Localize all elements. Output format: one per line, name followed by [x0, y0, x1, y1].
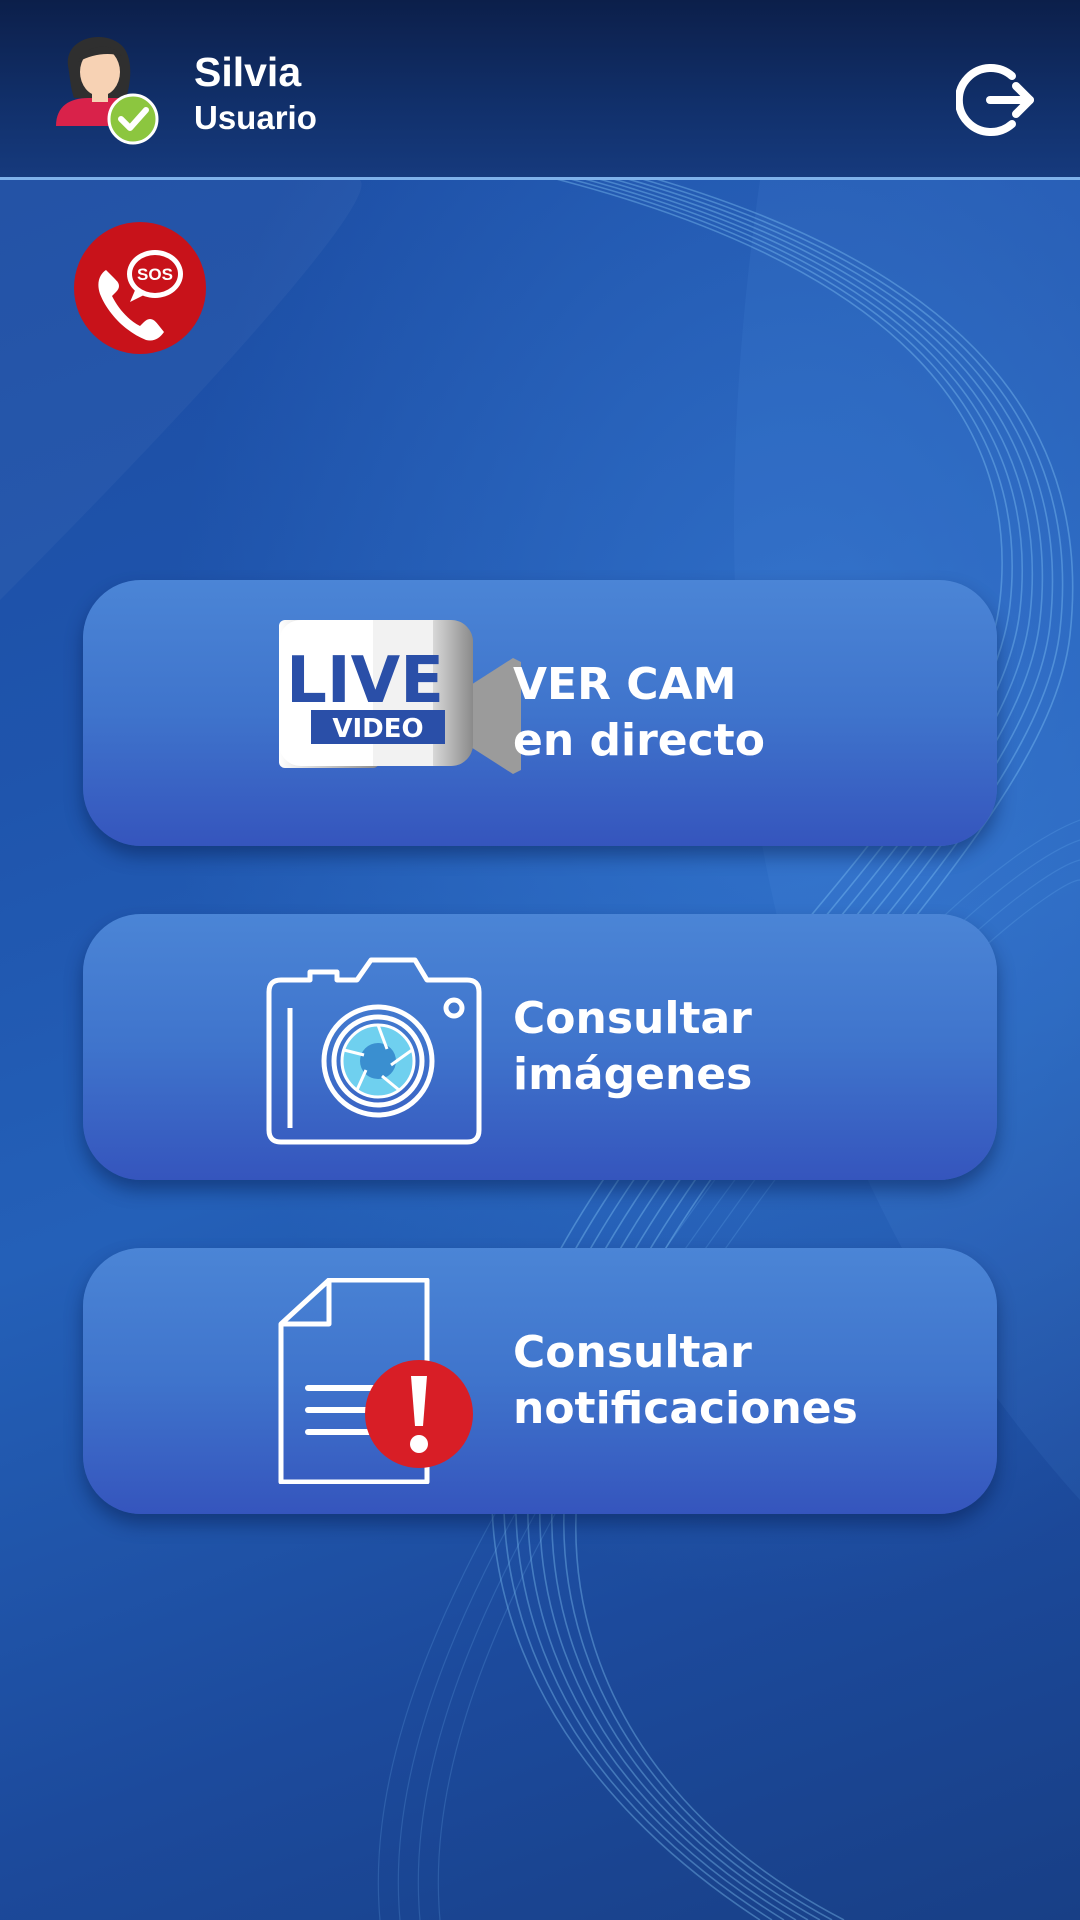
- live-video-button[interactable]: LIVE VIDEO VER CAM en directo: [83, 580, 997, 846]
- camera-icon: [266, 957, 482, 1145]
- app-header: Silvia Usuario: [0, 0, 1080, 180]
- view-images-label-line2: imágenes: [513, 1049, 753, 1100]
- view-notifications-label-line2: notificaciones: [513, 1383, 858, 1434]
- view-notifications-label: Consultar notificaciones: [513, 1248, 858, 1514]
- view-notifications-label-line1: Consultar: [513, 1327, 752, 1378]
- video-icon-text: VIDEO: [332, 714, 423, 744]
- view-notifications-button[interactable]: Consultar notificaciones: [83, 1248, 997, 1514]
- view-images-label-line1: Consultar: [513, 993, 752, 1044]
- live-video-label-line1: VER CAM: [513, 659, 737, 710]
- sos-phone-icon: SOS: [98, 250, 183, 341]
- view-images-button[interactable]: Consultar imágenes: [83, 914, 997, 1180]
- logout-icon[interactable]: [956, 60, 1036, 140]
- user-name: Silvia: [194, 49, 302, 95]
- live-video-label: VER CAM en directo: [513, 580, 765, 846]
- live-video-camera-icon: LIVE VIDEO: [279, 620, 521, 774]
- sos-button[interactable]: SOS: [74, 222, 206, 354]
- user-avatar-verified-icon[interactable]: [48, 26, 160, 146]
- user-role: Usuario: [194, 99, 317, 136]
- app-screen: Silvia Usuario SOS LIVE VIDEO VER CAM en…: [0, 0, 1080, 1920]
- live-video-label-line2: en directo: [513, 715, 765, 766]
- sos-label: SOS: [137, 265, 173, 284]
- live-icon-text: LIVE: [286, 644, 444, 718]
- document-alert-icon: [278, 1278, 473, 1484]
- view-images-label: Consultar imágenes: [513, 914, 752, 1180]
